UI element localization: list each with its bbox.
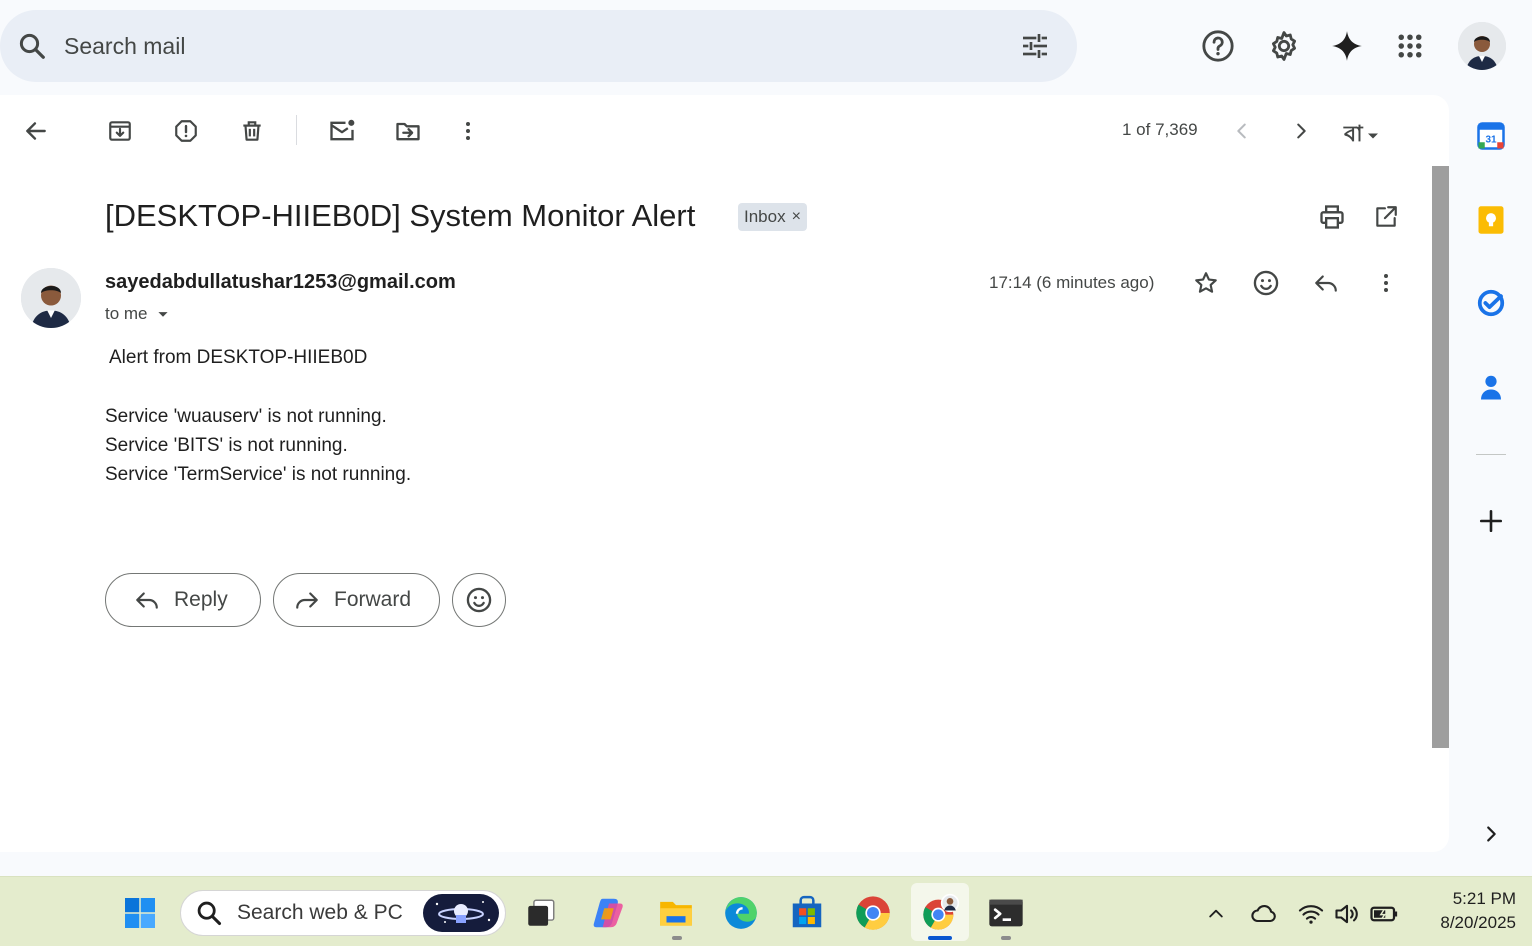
search-highlight-image-icon — [423, 894, 499, 932]
reply-label: Reply — [174, 588, 228, 611]
clock-date: 8/20/2025 — [1440, 913, 1516, 932]
toolbar-divider — [296, 115, 297, 145]
open-new-window-icon[interactable] — [1366, 197, 1406, 237]
delete-trash-icon[interactable] — [232, 111, 272, 151]
pagination-count: 1 of 7,369 — [1122, 120, 1198, 139]
archive-icon[interactable] — [100, 111, 140, 151]
get-addons-plus-icon[interactable] — [1470, 500, 1512, 542]
email-subject: [DESKTOP-HIIEB0D] System Monitor Alert — [105, 198, 696, 233]
google-tasks-icon[interactable] — [1470, 282, 1512, 324]
search-bar[interactable] — [0, 10, 1077, 82]
reply-button[interactable]: Reply — [105, 573, 261, 627]
microsoft-edge-icon[interactable] — [719, 891, 763, 935]
add-reaction-icon[interactable] — [1246, 263, 1286, 303]
email-body: Alert from DESKTOP-HIIEB0D Service 'wuau… — [105, 343, 411, 489]
search-input[interactable] — [64, 32, 964, 60]
google-keep-icon[interactable] — [1470, 199, 1512, 241]
star-icon[interactable] — [1186, 263, 1226, 303]
calendar-day: 31 — [1485, 134, 1497, 145]
taskbar-search-icon — [197, 901, 222, 926]
apps-grid-icon[interactable] — [1388, 24, 1432, 68]
emoji-react-button[interactable] — [452, 573, 506, 627]
details-caret-icon — [157, 312, 168, 317]
settings-gear-icon[interactable] — [1262, 24, 1306, 68]
search-options-icon[interactable] — [1019, 30, 1051, 67]
clock-time: 5:21 PM — [1452, 889, 1516, 908]
older-chevron-right-icon[interactable] — [1281, 111, 1321, 151]
remove-label-icon[interactable]: × — [792, 208, 801, 226]
inbox-label-chip[interactable]: Inbox × — [738, 203, 807, 231]
gemini-sparkle-icon[interactable] — [1325, 24, 1369, 68]
input-language-selector[interactable]: বা — [1344, 117, 1383, 154]
google-calendar-icon[interactable]: 31 — [1470, 115, 1512, 157]
email-timestamp: 17:14 (6 minutes ago) — [989, 273, 1155, 292]
google-chrome-icon[interactable] — [851, 891, 895, 935]
sender-avatar[interactable] — [21, 268, 81, 328]
back-arrow-icon[interactable] — [16, 111, 56, 151]
onedrive-cloud-icon[interactable] — [1249, 899, 1279, 929]
scrollbar[interactable] — [1432, 166, 1449, 748]
message-panel: 1 of 7,369 বা [DESKTOP-HIIEB0D] System M… — [0, 95, 1449, 852]
mark-unread-icon[interactable] — [322, 111, 362, 151]
body-heading: Alert from DESKTOP-HIIEB0D — [109, 347, 368, 368]
more-vertical-icon[interactable] — [448, 111, 488, 151]
file-explorer-running-indicator — [672, 936, 682, 940]
move-to-icon[interactable] — [388, 111, 428, 151]
print-icon[interactable] — [1312, 197, 1352, 237]
wifi-icon[interactable] — [1296, 899, 1326, 929]
side-panel-divider — [1476, 454, 1506, 455]
windows-start-icon[interactable] — [118, 891, 162, 935]
message-more-icon[interactable] — [1366, 263, 1406, 303]
recipient-details[interactable]: to me — [105, 303, 174, 325]
microsoft-store-icon[interactable] — [785, 891, 829, 935]
terminal-icon[interactable] — [984, 891, 1028, 935]
newer-chevron-left-icon[interactable] — [1222, 111, 1262, 151]
language-label: বা — [1344, 121, 1363, 146]
show-hidden-icons-chevron-icon[interactable] — [1201, 899, 1231, 929]
file-explorer-icon[interactable] — [654, 891, 698, 935]
label-text: Inbox — [744, 207, 786, 226]
search-icon[interactable] — [0, 31, 64, 61]
windows-taskbar: Search web & PC 5:21 PM 8/20/2025 — [0, 876, 1532, 946]
account-avatar[interactable] — [1458, 22, 1506, 70]
terminal-running-indicator — [1001, 936, 1011, 940]
copilot-icon[interactable] — [587, 891, 631, 935]
body-line: Service 'wuauserv' is not running. — [105, 406, 387, 427]
volume-speaker-icon[interactable] — [1332, 899, 1362, 929]
forward-label: Forward — [334, 588, 412, 611]
task-view-icon[interactable] — [519, 891, 563, 935]
help-icon[interactable] — [1196, 24, 1240, 68]
expand-side-panel-chevron-icon[interactable] — [1470, 813, 1512, 855]
reply-arrow-icon[interactable] — [1306, 263, 1346, 303]
taskbar-search-label: Search web & PC — [237, 901, 403, 924]
google-chrome-profile-icon[interactable] — [918, 891, 962, 935]
body-line: Service 'BITS' is not running. — [105, 435, 348, 456]
body-line: Service 'TermService' is not running. — [105, 464, 412, 485]
forward-icon — [296, 592, 318, 609]
google-contacts-icon[interactable] — [1470, 366, 1512, 408]
taskbar-search-box[interactable]: Search web & PC — [180, 890, 506, 936]
smiley-icon — [466, 587, 492, 613]
report-spam-icon[interactable] — [166, 111, 206, 151]
reply-icon — [136, 592, 158, 609]
recipient-label: to me — [105, 304, 148, 323]
forward-button[interactable]: Forward — [273, 573, 440, 627]
battery-charging-icon[interactable] — [1369, 899, 1399, 929]
chrome-active-indicator — [928, 936, 952, 940]
system-clock[interactable]: 5:21 PM 8/20/2025 — [1412, 887, 1516, 935]
sender-email[interactable]: sayedabdullatushar1253@gmail.com — [105, 271, 456, 294]
caret-down-icon — [1367, 133, 1378, 138]
